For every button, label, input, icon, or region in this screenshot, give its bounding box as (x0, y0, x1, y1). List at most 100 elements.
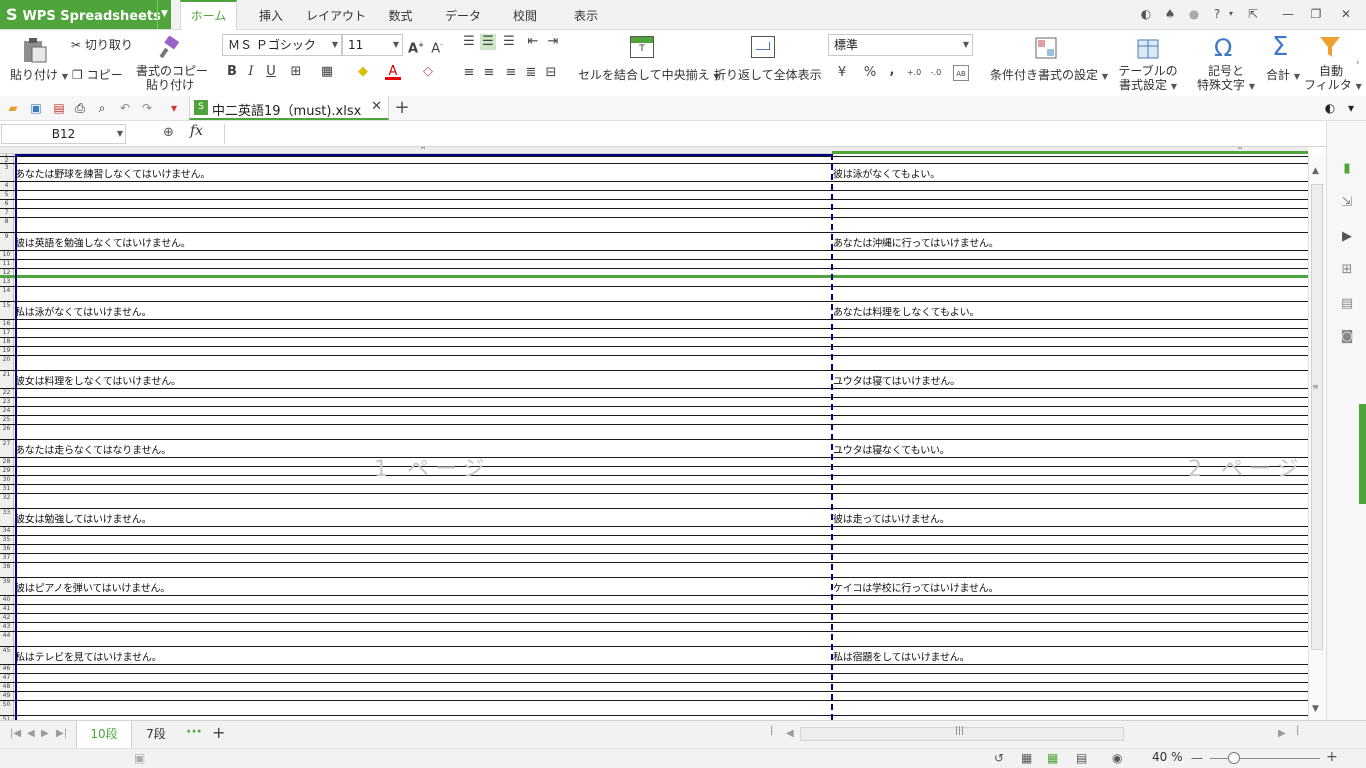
row-number[interactable]: 11 (0, 260, 14, 268)
row-number[interactable]: 10 (0, 251, 14, 259)
align-left-icon[interactable]: ≡ (461, 65, 477, 81)
merge-center-icon[interactable]: T (630, 36, 654, 58)
row-number[interactable]: 26 (0, 425, 14, 439)
more-sheets-icon[interactable]: ··· (186, 724, 202, 740)
row-number[interactable]: 40 (0, 596, 14, 604)
layout-grid-icon[interactable]: ⊞ (1339, 262, 1355, 278)
sheet-tab-10dan[interactable]: 10段 (76, 721, 132, 748)
tab-data[interactable]: データ (438, 0, 488, 30)
last-sheet-icon[interactable]: ▶| (56, 728, 67, 739)
add-sheet-icon[interactable]: + (212, 723, 225, 742)
app-menu-button[interactable]: S WPS Spreadsheets ▼ (0, 0, 171, 29)
paste-icon[interactable] (20, 36, 50, 64)
cell-a[interactable]: 彼は英語を勉強しなくてはいけません。 (15, 234, 191, 249)
tab-formulas[interactable]: 数式 (378, 0, 423, 30)
tab-home[interactable]: ホーム (180, 0, 237, 30)
zoom-in-icon[interactable]: + (1326, 749, 1338, 765)
row-number[interactable]: 4 (0, 182, 14, 190)
justify-icon[interactable]: ≣ (523, 65, 539, 81)
increase-decimal-icon[interactable]: +.0 (906, 65, 922, 81)
format-painter-icon[interactable] (158, 35, 182, 60)
autofilter-button[interactable]: 自動 フィルタ ▼ (1304, 64, 1362, 94)
scroll-up-icon[interactable]: ▲ (1312, 166, 1319, 176)
cut-button[interactable]: ✂ 切り取り (71, 36, 133, 53)
fill-color-icon[interactable]: ◆ (355, 64, 371, 80)
decrease-decimal-icon[interactable]: -.0 (928, 65, 944, 81)
cell-a[interactable]: あなたは走らなくてはなりません。 (15, 441, 171, 456)
skin-icon[interactable]: ◐ (1137, 5, 1155, 23)
row-number[interactable]: 30 (0, 476, 14, 484)
row-number[interactable]: 20 (0, 356, 14, 370)
maximize-icon[interactable]: ❐ (1307, 5, 1325, 23)
redo-icon[interactable]: ↷ (139, 100, 155, 116)
panel-handle[interactable] (1359, 404, 1366, 504)
format-panel-icon[interactable]: ▶ (1339, 229, 1355, 245)
panel-options-icon[interactable]: ▾ (1343, 100, 1359, 116)
currency-icon[interactable]: ¥ (834, 65, 850, 81)
borders-icon[interactable]: ⊞ (288, 64, 304, 80)
row-number[interactable]: 32 (0, 494, 14, 508)
function-icon[interactable]: fx (190, 123, 203, 139)
font-color-icon[interactable]: A (385, 64, 401, 80)
align-center-icon[interactable]: ≡ (481, 65, 497, 81)
tab-view[interactable]: 表示 (562, 0, 610, 30)
formula-input[interactable] (224, 124, 1328, 144)
panel-toggle-icon[interactable]: ◐ (1322, 100, 1338, 116)
row-number[interactable]: 35 (0, 536, 14, 544)
tab-layout[interactable]: レイアウト (305, 0, 367, 30)
ribbon-scroll-right-icon[interactable]: › (1356, 58, 1360, 68)
minimize-icon[interactable]: — (1279, 5, 1297, 23)
cell-a[interactable]: 彼女は勉強してはいけません。 (15, 510, 152, 525)
conditional-format-icon[interactable] (1034, 36, 1058, 60)
undo-icon[interactable]: ↶ (117, 100, 133, 116)
page-break-view-icon[interactable]: ▦ (1047, 751, 1058, 765)
open-folder-icon[interactable]: ▰ (5, 100, 21, 116)
font-name-select[interactable]: ＭＳ Ｐゴシック ▼ (222, 34, 342, 56)
name-box[interactable]: B12 ▼ (1, 124, 126, 144)
eye-protect-icon[interactable]: ◉ (1112, 751, 1122, 765)
row-number[interactable]: 41 (0, 605, 14, 613)
row-number[interactable]: 34 (0, 527, 14, 535)
conditional-format-button[interactable]: 条件付き書式の設定 ▼ (990, 66, 1108, 83)
table-format-icon[interactable] (1136, 36, 1160, 60)
row-number[interactable]: 27 (0, 440, 14, 457)
tab-splitter-right-icon[interactable]: | (1296, 725, 1299, 736)
cell-b[interactable]: 彼は走ってはいけません。 (833, 510, 950, 525)
format-painter-button[interactable]: 書式のコピー 貼り付け (136, 64, 208, 92)
row-number[interactable]: 16 (0, 320, 14, 328)
chevron-down-icon[interactable]: ▼ (157, 0, 171, 29)
row-number[interactable]: 7 (0, 209, 14, 217)
scroll-down-icon[interactable]: ▼ (1312, 704, 1319, 714)
row-number[interactable]: 45 (0, 647, 14, 664)
user-icon[interactable]: ● (1185, 5, 1203, 23)
row-number[interactable]: 21 (0, 371, 14, 388)
row-number[interactable]: 19 (0, 347, 14, 355)
page-layout-view-icon[interactable]: ▤ (1076, 751, 1087, 765)
row-number[interactable]: 46 (0, 665, 14, 673)
sheet-tab-7dan[interactable]: 7段 (134, 721, 178, 748)
row-number[interactable]: 17 (0, 329, 14, 337)
first-sheet-icon[interactable]: |◀ (10, 728, 21, 739)
print-icon[interactable]: ⎙ (72, 100, 88, 116)
document-tab[interactable]: S 中二英語19（must).xlsx ✕ (189, 96, 389, 120)
sigma-icon[interactable]: Σ (1272, 32, 1288, 62)
row-number[interactable]: 28 (0, 458, 14, 466)
row-number[interactable]: 5 (0, 191, 14, 199)
row-number[interactable]: 31 (0, 485, 14, 493)
row-number[interactable]: 33 (0, 509, 14, 526)
cell-a[interactable]: 私は泳がなくてはいけません。 (15, 303, 152, 318)
column-header-a[interactable]: A (421, 147, 425, 151)
fill-pattern-icon[interactable]: ▦ (319, 64, 335, 80)
export-pdf-icon[interactable]: ▤ (51, 100, 67, 116)
underline-icon[interactable]: U (263, 64, 279, 80)
indent-increase-icon[interactable]: ⇥ (545, 34, 561, 50)
row-number[interactable]: 39 (0, 578, 14, 595)
font-size-select[interactable]: 11 ▼ (342, 34, 403, 56)
distributed-icon[interactable]: ⊟ (543, 65, 559, 81)
comma-button[interactable]: , (884, 63, 900, 79)
row-number[interactable]: 48 (0, 683, 14, 691)
scroll-left-icon[interactable]: ◀ (786, 728, 794, 739)
cell-b[interactable]: 私は宿題をしてはいけません。 (833, 648, 970, 663)
row-number[interactable]: 9 (0, 233, 14, 250)
close-tab-icon[interactable]: ✕ (371, 99, 382, 114)
